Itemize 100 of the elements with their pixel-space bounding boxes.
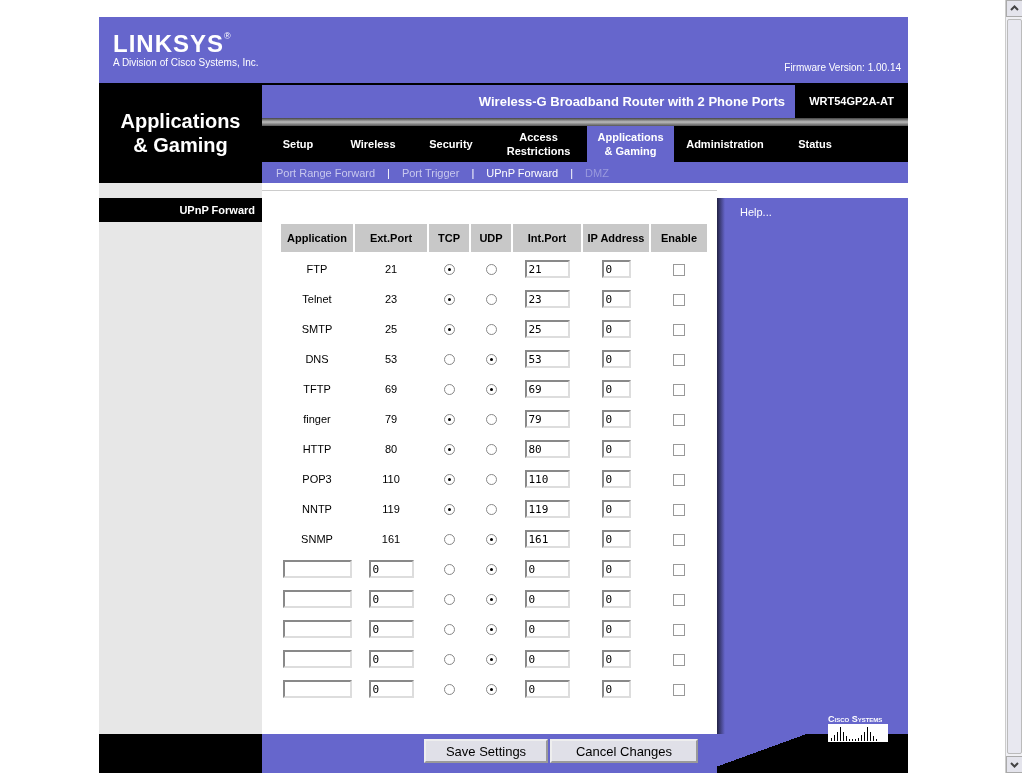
radio-button[interactable]: [443, 504, 455, 516]
input-field[interactable]: 21: [524, 260, 570, 278]
radio-button[interactable]: [485, 684, 497, 696]
nav-tab[interactable]: Status: [776, 126, 854, 162]
radio-button[interactable]: [485, 264, 497, 276]
checkbox[interactable]: [673, 323, 685, 336]
radio-button[interactable]: [485, 414, 497, 426]
input-field[interactable]: 0: [368, 620, 414, 638]
nav-tab[interactable]: Security: [412, 126, 490, 162]
input-field[interactable]: 53: [524, 350, 570, 368]
scroll-down-icon[interactable]: [1005, 756, 1022, 773]
checkbox[interactable]: [673, 533, 685, 546]
radio-button[interactable]: [443, 384, 455, 396]
input-field[interactable]: 0: [601, 680, 631, 698]
checkbox[interactable]: [673, 473, 685, 486]
input-field[interactable]: 0: [368, 560, 414, 578]
nav-tab[interactable]: Administration: [674, 126, 776, 162]
input-field[interactable]: 0: [601, 590, 631, 608]
checkbox[interactable]: [673, 563, 685, 576]
input-field[interactable]: [282, 680, 352, 698]
nav-tab[interactable]: Setup: [262, 126, 334, 162]
radio-button[interactable]: [485, 564, 497, 576]
radio-button[interactable]: [485, 534, 497, 546]
radio-button[interactable]: [485, 594, 497, 606]
checkbox[interactable]: [673, 683, 685, 696]
input-field[interactable]: 110: [524, 470, 570, 488]
radio-button[interactable]: [485, 324, 497, 336]
column-header: IP Address: [583, 224, 649, 252]
input-field[interactable]: 23: [524, 290, 570, 308]
input-field[interactable]: [282, 590, 352, 608]
checkbox[interactable]: [673, 293, 685, 306]
input-field[interactable]: [282, 650, 352, 668]
input-field[interactable]: [282, 560, 352, 578]
input-field[interactable]: 0: [524, 650, 570, 668]
radio-button[interactable]: [443, 264, 455, 276]
input-field[interactable]: 119: [524, 500, 570, 518]
input-field[interactable]: 0: [601, 620, 631, 638]
input-field[interactable]: 0: [601, 410, 631, 428]
input-field[interactable]: 0: [601, 470, 631, 488]
radio-button[interactable]: [443, 474, 455, 486]
input-field[interactable]: 0: [601, 440, 631, 458]
nav-tab[interactable]: Access Restrictions: [490, 126, 587, 162]
scroll-up-icon[interactable]: [1005, 0, 1022, 17]
subtab-link[interactable]: UPnP Forward: [486, 166, 559, 179]
action-button[interactable]: Save Settings: [424, 739, 548, 763]
checkbox[interactable]: [673, 413, 685, 426]
input-field[interactable]: 25: [524, 320, 570, 338]
radio-button[interactable]: [443, 654, 455, 666]
input-field[interactable]: 0: [601, 380, 631, 398]
table-cell: 21: [384, 263, 398, 275]
input-field[interactable]: 0: [524, 620, 570, 638]
radio-button[interactable]: [485, 444, 497, 456]
input-field[interactable]: 0: [601, 650, 631, 668]
input-field[interactable]: 0: [601, 320, 631, 338]
input-field[interactable]: 0: [368, 650, 414, 668]
input-field[interactable]: 0: [601, 560, 631, 578]
input-field[interactable]: 79: [524, 410, 570, 428]
input-field[interactable]: 69: [524, 380, 570, 398]
radio-button[interactable]: [485, 294, 497, 306]
input-field[interactable]: 0: [601, 290, 631, 308]
radio-button[interactable]: [443, 324, 455, 336]
input-field[interactable]: 0: [524, 680, 570, 698]
radio-button[interactable]: [485, 654, 497, 666]
radio-button[interactable]: [485, 384, 497, 396]
radio-button[interactable]: [443, 564, 455, 576]
checkbox[interactable]: [673, 623, 685, 636]
checkbox[interactable]: [673, 383, 685, 396]
radio-button[interactable]: [485, 624, 497, 636]
input-field[interactable]: 0: [368, 680, 414, 698]
radio-button[interactable]: [443, 594, 455, 606]
input-field[interactable]: 0: [524, 590, 570, 608]
radio-button[interactable]: [485, 354, 497, 366]
radio-button[interactable]: [443, 294, 455, 306]
input-field[interactable]: 0: [601, 350, 631, 368]
action-button[interactable]: Cancel Changes: [550, 739, 698, 763]
nav-tab[interactable]: Applications & Gaming: [587, 126, 674, 162]
checkbox[interactable]: [673, 443, 685, 456]
help-link[interactable]: Help...: [740, 206, 772, 218]
input-field[interactable]: 161: [524, 530, 570, 548]
input-field[interactable]: 0: [524, 560, 570, 578]
input-field[interactable]: 0: [601, 260, 631, 278]
radio-button[interactable]: [443, 534, 455, 546]
input-field[interactable]: 0: [601, 500, 631, 518]
checkbox[interactable]: [673, 353, 685, 366]
radio-button[interactable]: [443, 624, 455, 636]
input-field[interactable]: [282, 620, 352, 638]
radio-button[interactable]: [443, 414, 455, 426]
nav-tab[interactable]: Wireless: [334, 126, 412, 162]
input-field[interactable]: 80: [524, 440, 570, 458]
input-field[interactable]: 0: [368, 590, 414, 608]
checkbox[interactable]: [673, 263, 685, 276]
radio-button[interactable]: [485, 474, 497, 486]
checkbox[interactable]: [673, 503, 685, 516]
radio-button[interactable]: [443, 354, 455, 366]
radio-button[interactable]: [485, 504, 497, 516]
radio-button[interactable]: [443, 444, 455, 456]
checkbox[interactable]: [673, 593, 685, 606]
checkbox[interactable]: [673, 653, 685, 666]
input-field[interactable]: 0: [601, 530, 631, 548]
radio-button[interactable]: [443, 684, 455, 696]
